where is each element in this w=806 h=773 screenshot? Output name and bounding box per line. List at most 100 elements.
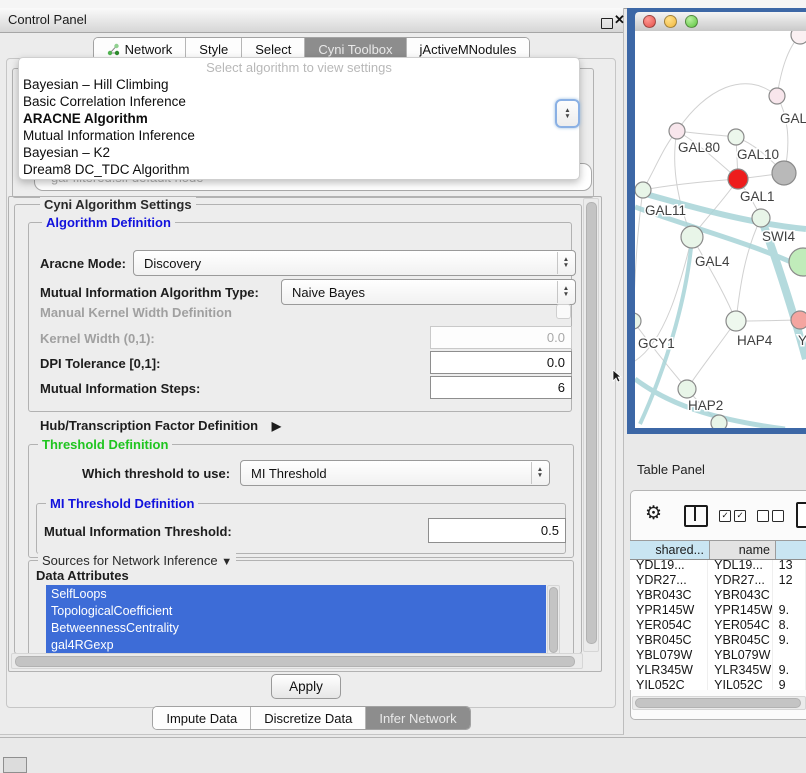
network-node[interactable] xyxy=(752,209,770,227)
algorithm-option[interactable]: Bayesian – Hill Climbing xyxy=(19,77,579,94)
which-threshold-combo[interactable]: MI Threshold ▲▼ xyxy=(240,460,550,486)
minimized-panel-icon[interactable] xyxy=(3,757,27,773)
attribute-item[interactable]: BetweennessCentrality xyxy=(46,619,546,636)
scrollbar-thumb[interactable] xyxy=(586,202,597,644)
kernel-width-field[interactable]: 0.0 xyxy=(430,326,572,349)
hide-columns-icon[interactable] xyxy=(757,510,784,522)
network-node[interactable] xyxy=(669,123,685,139)
table-cell: 9. xyxy=(773,603,806,618)
tab-infer-network[interactable]: Infer Network xyxy=(366,707,469,729)
attribute-list-scrollbar[interactable] xyxy=(547,585,560,655)
network-node[interactable] xyxy=(789,248,806,276)
attribute-item[interactable]: gal4RGexp xyxy=(46,636,546,653)
tab-discretize-data[interactable]: Discretize Data xyxy=(251,707,366,729)
tab-label: jActiveMNodules xyxy=(420,42,517,57)
aracne-mode-combo[interactable]: Discovery ▲▼ xyxy=(133,250,576,276)
attribute-item[interactable]: SelfLoops xyxy=(46,585,546,602)
network-node[interactable] xyxy=(728,129,744,145)
settings-horizontal-scrollbar[interactable] xyxy=(11,653,583,669)
table-cell: YLR345W xyxy=(630,663,708,678)
table-cell: YDL19... xyxy=(708,558,773,573)
tab-impute-data[interactable]: Impute Data xyxy=(153,707,251,729)
bottom-tab-bar: Impute DataDiscretize DataInfer Network xyxy=(0,706,623,730)
network-node[interactable] xyxy=(726,311,746,331)
network-node[interactable] xyxy=(728,169,748,189)
mi-steps-field[interactable]: 6 xyxy=(430,376,572,399)
which-threshold-value: MI Threshold xyxy=(251,466,327,481)
algorithm-option[interactable]: Dream8 DC_TDC Algorithm xyxy=(19,162,579,179)
table-cell: 8. xyxy=(773,618,806,633)
scrollbar-thumb[interactable] xyxy=(15,656,575,667)
split-columns-icon[interactable] xyxy=(684,505,708,527)
algorithm-combo-stepper[interactable]: ▲ ▼ xyxy=(555,99,580,128)
table-body[interactable]: YDL19...YDL19...13YDR27...YDR27...12YBR0… xyxy=(630,558,806,690)
network-node[interactable] xyxy=(678,380,696,398)
close-traffic-icon[interactable] xyxy=(643,15,656,28)
network-node[interactable] xyxy=(681,226,703,248)
float-window-icon[interactable] xyxy=(601,18,613,29)
network-window-titlebar[interactable] xyxy=(635,12,806,32)
column-header[interactable]: name xyxy=(710,541,776,559)
control-panel-titlebar xyxy=(0,8,623,33)
triangle-down-icon: ▼ xyxy=(221,556,232,568)
document-icon[interactable] xyxy=(796,502,806,528)
settings-vertical-scrollbar[interactable] xyxy=(583,198,599,652)
table-horizontal-scrollbar[interactable] xyxy=(632,696,806,710)
table-row[interactable]: YDR27...YDR27...12 xyxy=(630,573,806,588)
stepper-icon: ▲▼ xyxy=(531,462,548,484)
column-header[interactable]: shared... xyxy=(630,541,710,559)
mi-threshold-group-title: MI Threshold Definition xyxy=(46,496,198,511)
apply-button[interactable]: Apply xyxy=(271,674,341,699)
table-row[interactable]: YPR145WYPR145W9. xyxy=(630,603,806,618)
network-node[interactable] xyxy=(635,313,641,329)
scrollbar-thumb[interactable] xyxy=(635,698,801,708)
mi-threshold-field[interactable]: 0.5 xyxy=(428,518,566,543)
bottom-divider xyxy=(0,737,806,738)
hub-section-toggle[interactable]: Hub/Transcription Factor Definition ▶ xyxy=(40,418,281,433)
mi-threshold-label: Mutual Information Threshold: xyxy=(44,524,232,539)
table-cell: 12 xyxy=(773,573,806,588)
close-icon[interactable]: ✕ xyxy=(614,12,625,28)
show-columns-icon[interactable]: ✓ ✓ xyxy=(719,510,746,522)
column-header[interactable] xyxy=(776,541,806,559)
algorithm-option[interactable]: Bayesian – K2 xyxy=(19,145,579,162)
dpi-tolerance-field[interactable]: 0.0 xyxy=(430,351,572,374)
gear-icon[interactable]: ⚙ xyxy=(645,502,662,525)
algorithm-option[interactable]: ARACNE Algorithm xyxy=(19,111,579,128)
network-node[interactable] xyxy=(772,161,796,185)
network-node[interactable] xyxy=(791,31,806,44)
attribute-item[interactable]: TopologicalCoefficient xyxy=(46,602,546,619)
table-row[interactable]: YLR345WYLR345W9. xyxy=(630,663,806,678)
network-view-window: GALGAL80GAL10GAL1GAL11SWI4GAL4GCY1HAP4YH… xyxy=(627,8,806,434)
network-node[interactable] xyxy=(635,182,651,198)
sources-group-title[interactable]: Sources for Network Inference ▼ xyxy=(38,553,236,568)
network-node[interactable] xyxy=(791,311,806,329)
table-row[interactable]: YBR043CYBR043C xyxy=(630,588,806,603)
table-cell: YPR145W xyxy=(630,603,708,618)
network-node[interactable] xyxy=(769,88,785,104)
stepper-icon: ▲▼ xyxy=(557,281,574,303)
table-cell: YBR043C xyxy=(708,588,773,603)
table-row[interactable]: YER054CYER054C8. xyxy=(630,618,806,633)
manual-kernel-checkbox[interactable] xyxy=(556,304,571,319)
mi-type-combo[interactable]: Naive Bayes ▲▼ xyxy=(281,279,576,305)
tab-label: Network xyxy=(125,42,173,57)
table-header-row[interactable]: shared...name xyxy=(630,540,806,560)
table-row[interactable]: YBR045CYBR045C9. xyxy=(630,633,806,648)
table-cell: YBL079W xyxy=(708,648,773,663)
checkbox-unchecked-icon xyxy=(757,510,769,522)
table-cell: YLR345W xyxy=(708,663,773,678)
table-row[interactable]: YIL052CYIL052C9 xyxy=(630,678,806,690)
algorithm-option[interactable]: Mutual Information Inference xyxy=(19,128,579,145)
minimize-traffic-icon[interactable] xyxy=(664,15,677,28)
table-row[interactable]: YDL19...YDL19...13 xyxy=(630,558,806,573)
control-panel-title: Control Panel xyxy=(8,12,87,27)
algorithm-option[interactable]: Basic Correlation Inference xyxy=(19,94,579,111)
data-attributes-label: Data Attributes xyxy=(36,568,129,583)
zoom-traffic-icon[interactable] xyxy=(685,15,698,28)
table-row[interactable]: YBL079WYBL079W xyxy=(630,648,806,663)
network-node[interactable] xyxy=(711,415,727,428)
data-attributes-list[interactable]: SelfLoopsTopologicalCoefficientBetweenne… xyxy=(46,585,546,653)
scrollbar-thumb[interactable] xyxy=(549,587,558,653)
network-canvas[interactable]: GALGAL80GAL10GAL1GAL11SWI4GAL4GCY1HAP4YH… xyxy=(635,31,806,428)
